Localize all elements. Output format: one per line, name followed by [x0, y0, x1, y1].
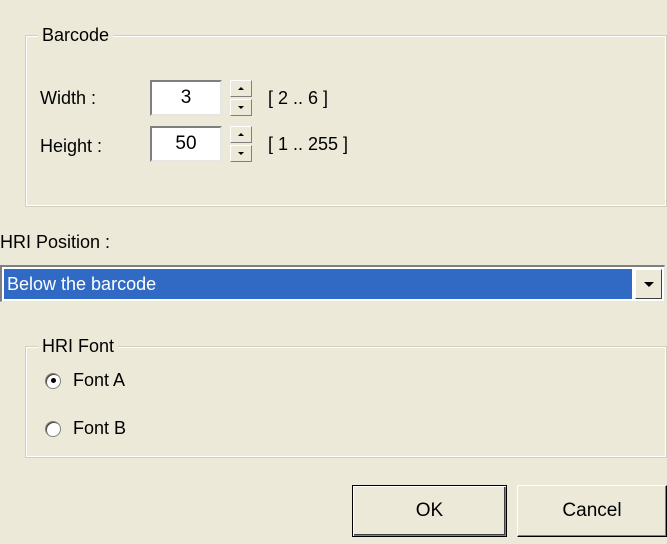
height-range: [ 1 .. 255 ]: [268, 134, 349, 154]
width-spin-up-button[interactable]: [230, 80, 252, 97]
hri-font-legend: HRI Font: [38, 335, 119, 357]
height-spin-down-button[interactable]: [230, 145, 252, 162]
width-input[interactable]: 3: [150, 80, 222, 116]
font-b-label: Font B: [73, 418, 127, 438]
arrow-up-icon: [238, 87, 244, 90]
radio-unchecked-icon[interactable]: [45, 420, 61, 437]
cancel-button[interactable]: Cancel: [517, 485, 667, 537]
arrow-down-icon: [238, 152, 244, 155]
hri-position-label: HRI Position :: [0, 232, 111, 252]
height-spinner[interactable]: [230, 126, 252, 162]
chevron-down-icon: [643, 281, 654, 287]
height-spin-up-button[interactable]: [230, 126, 252, 143]
hri-position-selected-value: Below the barcode: [4, 269, 632, 299]
width-spinner[interactable]: [230, 80, 252, 116]
barcode-legend: Barcode: [38, 24, 114, 46]
height-input[interactable]: 50: [150, 126, 222, 162]
width-spin-down-button[interactable]: [230, 99, 252, 116]
radio-checked-icon[interactable]: [45, 372, 61, 389]
font-a-label: Font A: [73, 370, 126, 390]
font-b-radio-option[interactable]: Font B: [45, 418, 126, 439]
font-a-radio-option[interactable]: Font A: [45, 370, 125, 391]
hri-font-groupbox: HRI Font: [25, 335, 667, 458]
ok-button[interactable]: OK: [352, 485, 507, 537]
width-label: Width :: [40, 88, 97, 108]
barcode-groupbox: Barcode: [25, 24, 667, 207]
hri-position-select[interactable]: Below the barcode: [0, 265, 665, 302]
hri-position-dropdown-button[interactable]: [635, 269, 662, 299]
height-label: Height :: [40, 136, 103, 156]
arrow-up-icon: [238, 133, 244, 136]
width-range: [ 2 .. 6 ]: [268, 88, 329, 108]
arrow-down-icon: [238, 106, 244, 109]
